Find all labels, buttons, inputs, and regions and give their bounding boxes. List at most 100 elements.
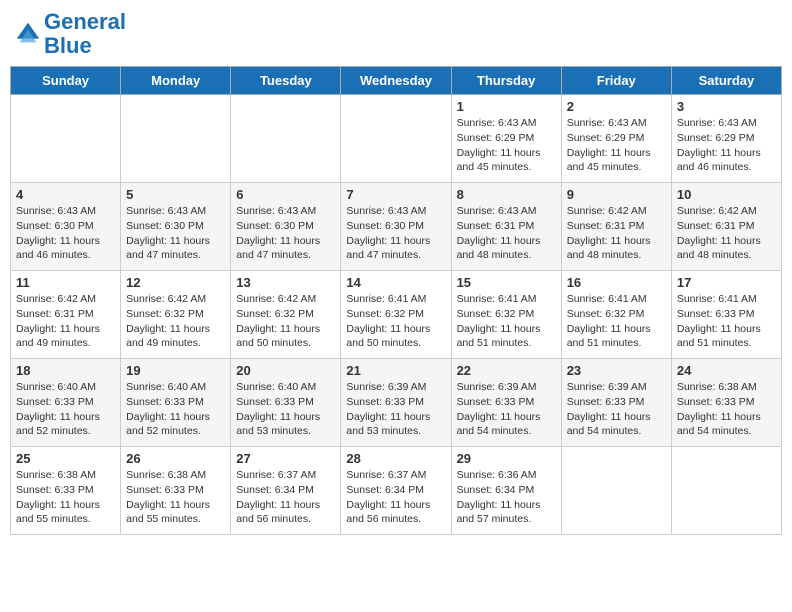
day-info: Sunrise: 6:40 AMSunset: 6:33 PMDaylight:… (126, 380, 225, 439)
sunset-text: Sunset: 6:33 PM (126, 395, 225, 410)
calendar-cell (231, 95, 341, 183)
sunrise-text: Sunrise: 6:39 AM (457, 380, 556, 395)
day-number: 18 (16, 363, 115, 378)
calendar-cell: 16Sunrise: 6:41 AMSunset: 6:32 PMDayligh… (561, 271, 671, 359)
day-number: 13 (236, 275, 335, 290)
sunrise-text: Sunrise: 6:42 AM (126, 292, 225, 307)
day-info: Sunrise: 6:42 AMSunset: 6:32 PMDaylight:… (126, 292, 225, 351)
calendar-cell: 25 Sunrise: 6:38 AMSunset: 6:33 PMDayligh… (11, 447, 121, 535)
day-number: 9 (567, 187, 666, 202)
sunset-text: Sunset: 6:31 PM (457, 219, 556, 234)
daylight-text: Daylight: 11 hours and 45 minutes. (457, 146, 556, 175)
day-info: Sunrise: 6:38 AMSunset: 6:33 PMDaylight:… (677, 380, 776, 439)
calendar-cell: 19 Sunrise: 6:40 AMSunset: 6:33 PMDayligh… (121, 359, 231, 447)
day-info: Sunrise: 6:43 AMSunset: 6:30 PMDaylight:… (126, 204, 225, 263)
daylight-text: Daylight: 11 hours and 53 minutes. (346, 410, 445, 439)
day-number: 23 (567, 363, 666, 378)
daylight-text: Daylight: 11 hours and 50 minutes. (236, 322, 335, 351)
calendar-week-3: 11Sunrise: 6:42 AMSunset: 6:31 PMDayligh… (11, 271, 782, 359)
day-info: Sunrise: 6:42 AMSunset: 6:32 PMDaylight:… (236, 292, 335, 351)
day-number: 28 (346, 451, 445, 466)
day-info: Sunrise: 6:42 AMSunset: 6:31 PMDaylight:… (677, 204, 776, 263)
calendar-week-4: 18 Sunrise: 6:40 AMSunset: 6:33 PMDayligh… (11, 359, 782, 447)
sunset-text: Sunset: 6:31 PM (567, 219, 666, 234)
calendar-cell: 18Sunrise: 6:40 AMSunset: 6:33 PMDayligh… (11, 359, 121, 447)
day-number: 25 (16, 451, 115, 466)
sunset-text: Sunset: 6:30 PM (126, 219, 225, 234)
day-info: Sunrise: 6:40 AMSunset: 6:33 PMDaylight:… (236, 380, 335, 439)
daylight-text: Daylight: 11 hours and 54 minutes. (677, 410, 776, 439)
daylight-text: Daylight: 11 hours and 47 minutes. (346, 234, 445, 263)
sunrise-text: Sunrise: 6:39 AM (567, 380, 666, 395)
daylight-text: Daylight: 11 hours and 52 minutes. (16, 410, 115, 439)
day-info: Sunrise: 6:41 AMSunset: 6:32 PMDaylight:… (346, 292, 445, 351)
sunrise-text: Sunrise: 6:43 AM (567, 116, 666, 131)
sunset-text: Sunset: 6:29 PM (677, 131, 776, 146)
calendar-cell: 1 Sunrise: 6:43 AMSunset: 6:29 PMDaylight… (451, 95, 561, 183)
daylight-text: Daylight: 11 hours and 46 minutes. (677, 146, 776, 175)
day-info: Sunrise: 6:43 AMSunset: 6:29 PMDaylight:… (457, 116, 556, 175)
calendar-cell: 29Sunrise: 6:36 AMSunset: 6:34 PMDayligh… (451, 447, 561, 535)
calendar-cell: 11Sunrise: 6:42 AMSunset: 6:31 PMDayligh… (11, 271, 121, 359)
day-info: Sunrise: 6:37 AMSunset: 6:34 PMDaylight:… (236, 468, 335, 527)
weekday-header-sunday: Sunday (11, 67, 121, 95)
day-info: Sunrise: 6:39 AMSunset: 6:33 PMDaylight:… (346, 380, 445, 439)
sunset-text: Sunset: 6:32 PM (346, 307, 445, 322)
day-number: 24 (677, 363, 776, 378)
day-info: Sunrise: 6:39 AMSunset: 6:33 PMDaylight:… (457, 380, 556, 439)
sunset-text: Sunset: 6:29 PM (567, 131, 666, 146)
day-number: 1 (457, 99, 556, 114)
calendar-cell (341, 95, 451, 183)
daylight-text: Daylight: 11 hours and 47 minutes. (126, 234, 225, 263)
weekday-header-thursday: Thursday (451, 67, 561, 95)
day-info: Sunrise: 6:42 AMSunset: 6:31 PMDaylight:… (567, 204, 666, 263)
day-number: 15 (457, 275, 556, 290)
day-number: 12 (126, 275, 225, 290)
day-number: 10 (677, 187, 776, 202)
daylight-text: Daylight: 11 hours and 47 minutes. (236, 234, 335, 263)
sunset-text: Sunset: 6:32 PM (567, 307, 666, 322)
day-number: 6 (236, 187, 335, 202)
sunrise-text: Sunrise: 6:43 AM (16, 204, 115, 219)
logo-text: General Blue (44, 10, 126, 58)
sunrise-text: Sunrise: 6:41 AM (677, 292, 776, 307)
sunrise-text: Sunrise: 6:42 AM (677, 204, 776, 219)
calendar-cell: 22Sunrise: 6:39 AMSunset: 6:33 PMDayligh… (451, 359, 561, 447)
sunrise-text: Sunrise: 6:37 AM (236, 468, 335, 483)
day-number: 8 (457, 187, 556, 202)
weekday-header-monday: Monday (121, 67, 231, 95)
calendar-cell: 20Sunrise: 6:40 AMSunset: 6:33 PMDayligh… (231, 359, 341, 447)
day-number: 19 (126, 363, 225, 378)
sunset-text: Sunset: 6:29 PM (457, 131, 556, 146)
daylight-text: Daylight: 11 hours and 46 minutes. (16, 234, 115, 263)
daylight-text: Daylight: 11 hours and 55 minutes. (126, 498, 225, 527)
sunrise-text: Sunrise: 6:39 AM (346, 380, 445, 395)
calendar-cell: 21Sunrise: 6:39 AMSunset: 6:33 PMDayligh… (341, 359, 451, 447)
day-info: Sunrise: 6:41 AMSunset: 6:32 PMDaylight:… (457, 292, 556, 351)
calendar-cell: 8Sunrise: 6:43 AMSunset: 6:31 PMDaylight… (451, 183, 561, 271)
calendar-week-2: 4Sunrise: 6:43 AMSunset: 6:30 PMDaylight… (11, 183, 782, 271)
day-info: Sunrise: 6:38 AMSunset: 6:33 PMDaylight:… (16, 468, 115, 527)
daylight-text: Daylight: 11 hours and 52 minutes. (126, 410, 225, 439)
sunset-text: Sunset: 6:31 PM (16, 307, 115, 322)
calendar-cell: 12 Sunrise: 6:42 AMSunset: 6:32 PMDayligh… (121, 271, 231, 359)
daylight-text: Daylight: 11 hours and 49 minutes. (126, 322, 225, 351)
daylight-text: Daylight: 11 hours and 55 minutes. (16, 498, 115, 527)
calendar-cell: 27Sunrise: 6:37 AMSunset: 6:34 PMDayligh… (231, 447, 341, 535)
calendar-cell (561, 447, 671, 535)
day-number: 3 (677, 99, 776, 114)
day-number: 7 (346, 187, 445, 202)
calendar-cell: 14 Sunrise: 6:41 AMSunset: 6:32 PMDayligh… (341, 271, 451, 359)
day-number: 29 (457, 451, 556, 466)
day-number: 14 (346, 275, 445, 290)
sunset-text: Sunset: 6:30 PM (346, 219, 445, 234)
calendar-cell: 15 Sunrise: 6:41 AMSunset: 6:32 PMDayligh… (451, 271, 561, 359)
day-number: 2 (567, 99, 666, 114)
logo-icon (14, 20, 42, 48)
sunset-text: Sunset: 6:33 PM (346, 395, 445, 410)
weekday-header-saturday: Saturday (671, 67, 781, 95)
sunrise-text: Sunrise: 6:42 AM (567, 204, 666, 219)
sunset-text: Sunset: 6:34 PM (236, 483, 335, 498)
calendar-cell: 4Sunrise: 6:43 AMSunset: 6:30 PMDaylight… (11, 183, 121, 271)
daylight-text: Daylight: 11 hours and 54 minutes. (457, 410, 556, 439)
